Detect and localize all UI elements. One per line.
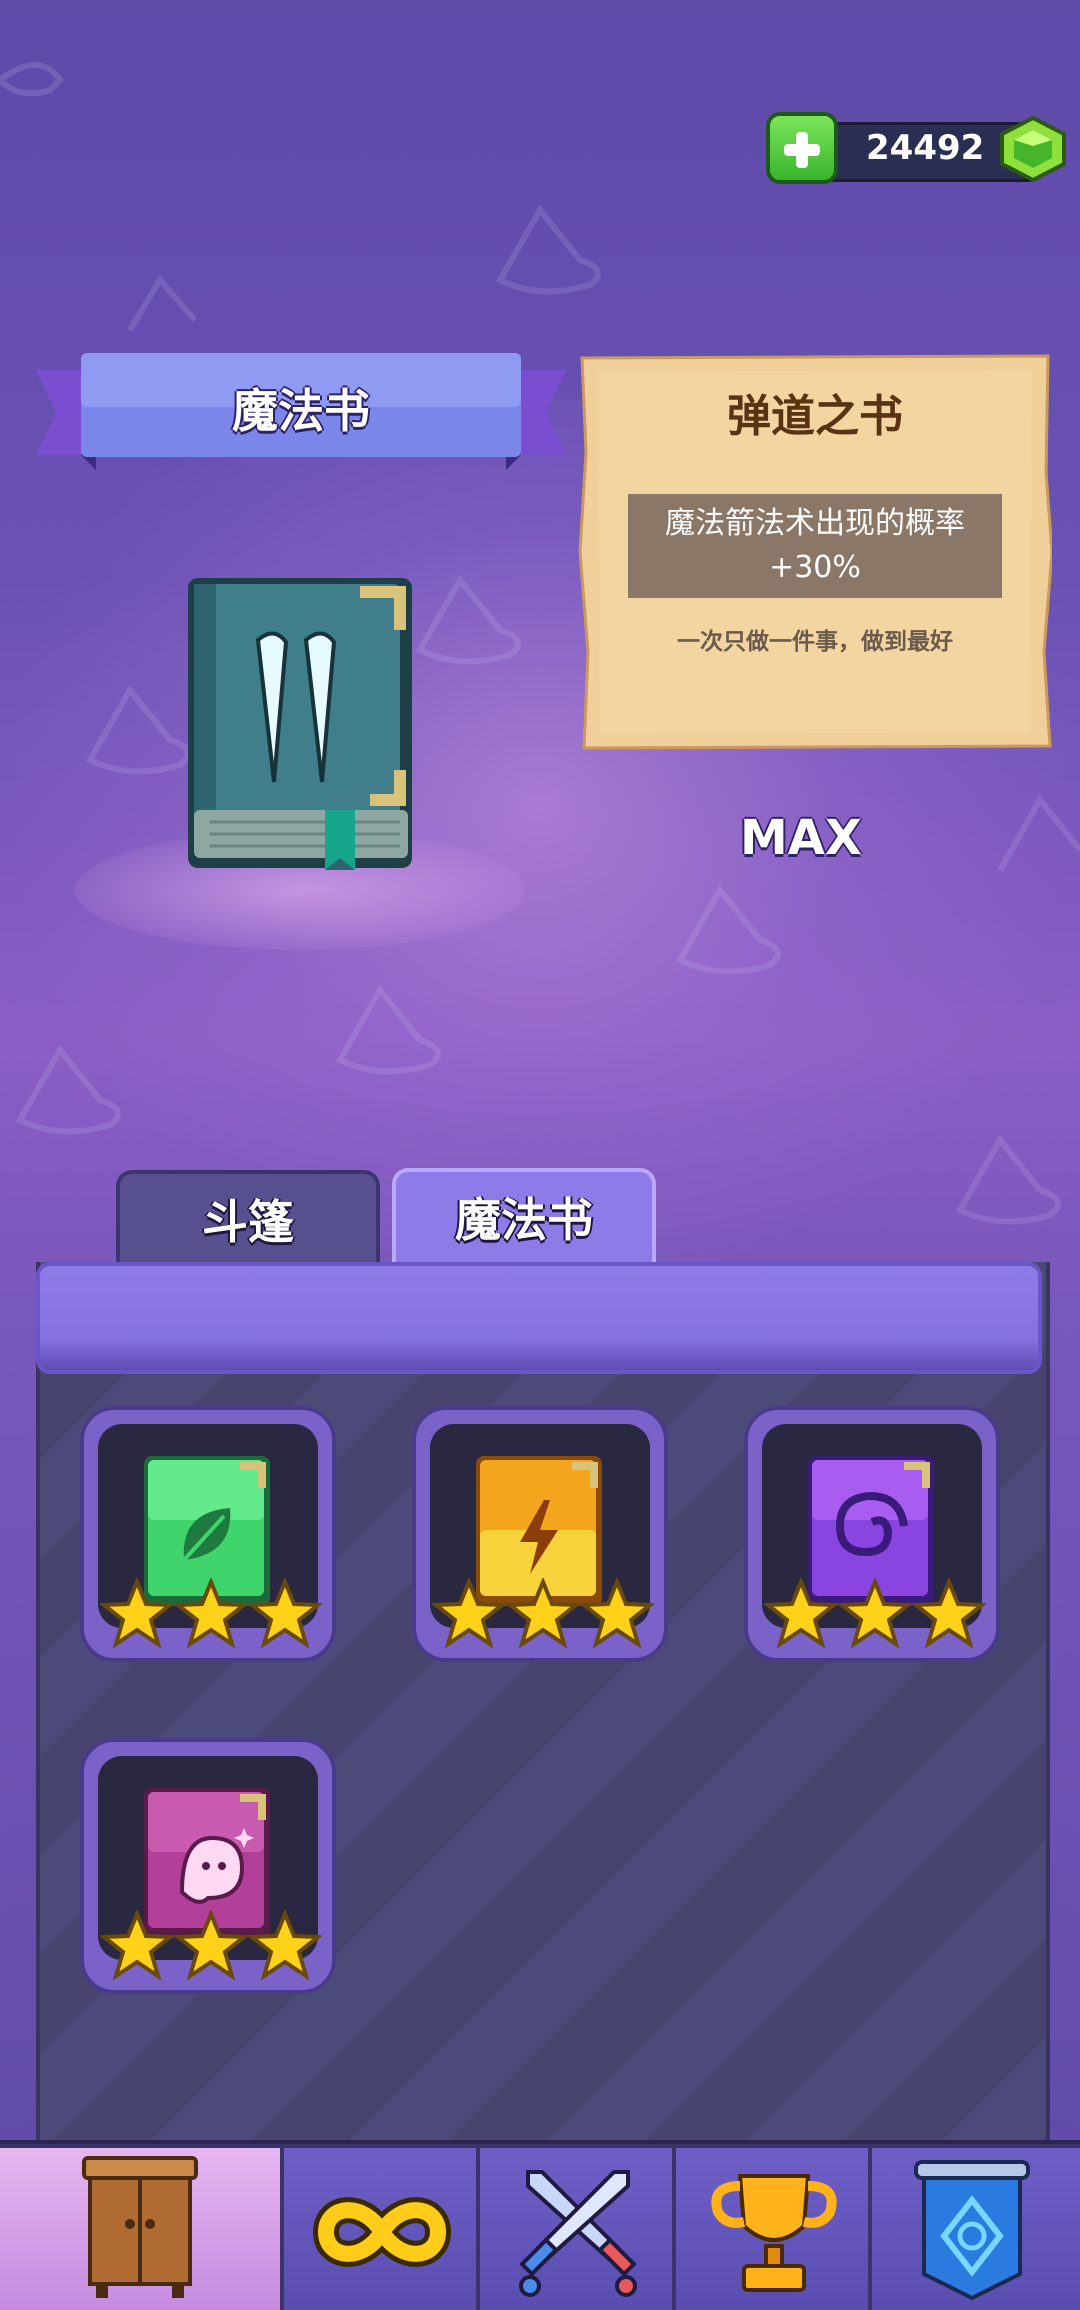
trophy-icon xyxy=(711,2174,837,2292)
currency-display: 24492 xyxy=(766,112,1066,184)
icicle-spellbook-icon xyxy=(188,578,412,870)
book-name: 弹道之书 xyxy=(727,391,903,442)
panel-header xyxy=(36,1262,1042,1374)
nav-battle[interactable] xyxy=(480,2148,676,2310)
plus-icon[interactable] xyxy=(766,112,838,184)
wardrobe-icon xyxy=(82,2156,198,2298)
book-info-card: 弹道之书 魔法箭法术出现的概率 +30% 一次只做一件事，做到最好 xyxy=(578,352,1052,750)
banner-icon xyxy=(914,2160,1030,2301)
book-level-max: MAX xyxy=(740,810,862,866)
title-banner: 魔法书 xyxy=(36,345,566,475)
book-grid-panel xyxy=(36,1262,1050,2142)
book-effect-line2: +30% xyxy=(769,550,861,585)
infinity-icon xyxy=(312,2197,452,2267)
book-effect-line1: 魔法箭法术出现的概率 xyxy=(665,506,965,541)
book-quote: 一次只做一件事，做到最好 xyxy=(677,629,953,655)
book-slot-leaf[interactable] xyxy=(80,1406,336,1662)
green-gem-icon xyxy=(1000,116,1066,182)
nav-trophy[interactable] xyxy=(676,2148,872,2310)
book-slot-swirl[interactable] xyxy=(744,1406,1000,1662)
currency-amount: 24492 xyxy=(866,128,985,168)
nav-infinity[interactable] xyxy=(284,2148,480,2310)
nav-wardrobe[interactable] xyxy=(0,2148,284,2310)
crossed-swords-icon xyxy=(519,2170,637,2297)
book-effect: 魔法箭法术出现的概率 +30% xyxy=(628,494,1002,598)
page-title: 魔法书 xyxy=(232,384,370,438)
star-rating-3 xyxy=(100,1578,322,1648)
star-rating-3 xyxy=(432,1578,654,1648)
book-slot-lightning[interactable] xyxy=(412,1406,668,1662)
tab-cloak[interactable]: 斗篷 xyxy=(116,1170,380,1266)
nav-banner[interactable] xyxy=(872,2148,1080,2310)
tab-spellbook[interactable]: 魔法书 xyxy=(392,1168,656,1268)
star-rating-3 xyxy=(764,1578,986,1648)
book-slot-ghost[interactable] xyxy=(80,1738,336,1994)
star-rating-3 xyxy=(100,1910,322,1980)
bottom-nav xyxy=(0,2140,1080,2310)
